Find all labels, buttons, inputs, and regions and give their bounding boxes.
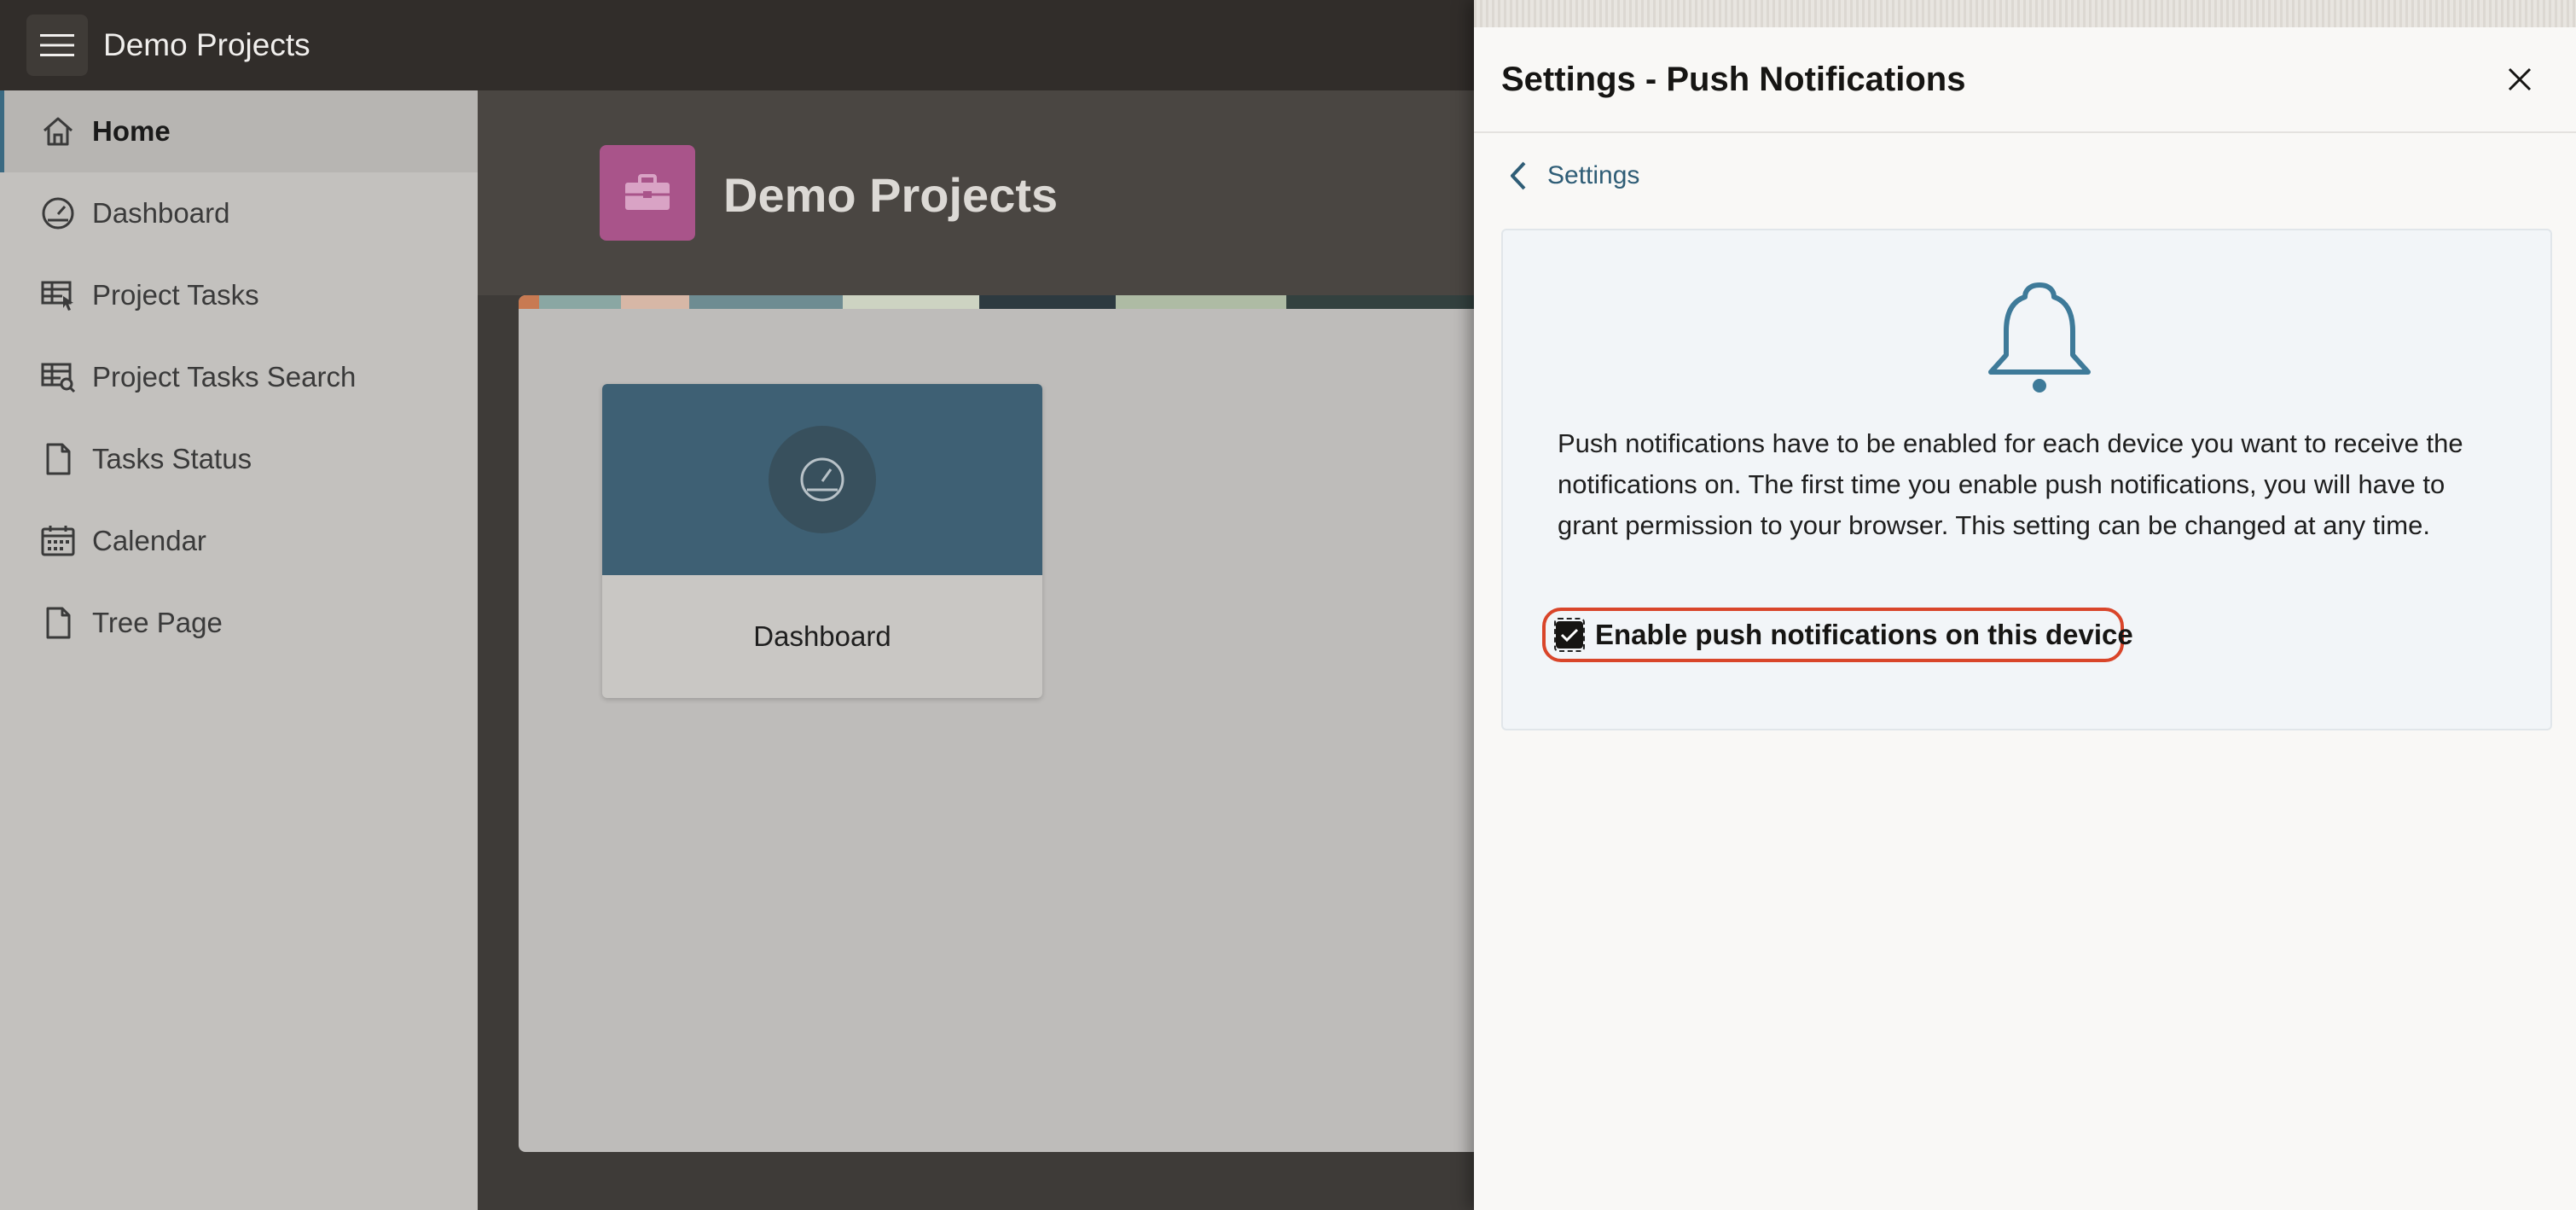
settings-drawer: Settings - Push Notifications Settings P… [1474, 0, 2576, 1210]
card-icon-circle [769, 426, 876, 533]
drawer-title: Settings - Push Notifications [1501, 60, 1966, 98]
briefcase-icon [625, 174, 670, 210]
drawer-decoration [1474, 0, 2576, 27]
file-icon [39, 604, 77, 642]
enable-push-label[interactable]: Enable push notifications on this device [1595, 619, 2133, 651]
file-icon [39, 440, 77, 478]
sidebar-item-label: Dashboard [92, 197, 230, 229]
checkbox-check-fill [1556, 621, 1583, 649]
sidebar-item-label: Project Tasks [92, 279, 259, 311]
gauge-icon [39, 195, 77, 232]
gauge-icon [800, 457, 844, 502]
app-title[interactable]: Demo Projects [103, 27, 310, 63]
sidebar-item-dashboard[interactable]: Dashboard [0, 172, 478, 254]
sidebar-item-calendar[interactable]: Calendar [0, 500, 478, 582]
calendar-icon [39, 522, 77, 560]
decorative-banner [519, 295, 1474, 309]
close-icon [2508, 67, 2532, 91]
bell-icon [1988, 282, 2091, 393]
sidebar-item-project-tasks-search[interactable]: Project Tasks Search [0, 336, 478, 418]
dashboard-card[interactable]: Dashboard [602, 384, 1042, 698]
card-label: Dashboard [753, 620, 891, 652]
sidebar-item-label: Tree Page [92, 607, 223, 638]
home-icon [39, 113, 77, 150]
page-title: Demo Projects [723, 168, 1059, 222]
main-content: Demo Projects Dashboard [478, 90, 1474, 1210]
enable-push-checkbox[interactable] [1554, 618, 1585, 652]
push-notification-panel: Push notifications have to be enabled fo… [1501, 229, 2552, 730]
table-cursor-icon [39, 276, 77, 314]
description-text: Push notifications have to be enabled fo… [1558, 428, 2463, 540]
app-badge [600, 145, 695, 241]
card-header [602, 384, 1042, 575]
enable-push-option[interactable]: Enable push notifications on this device [1542, 608, 2133, 662]
sidebar-item-label: Calendar [92, 525, 206, 556]
close-button[interactable] [2494, 54, 2545, 105]
sidebar-item-tree-page[interactable]: Tree Page [0, 582, 478, 664]
table-search-icon [39, 358, 77, 396]
sidebar-nav: Home Dashboard Project Tasks Project Tas… [0, 90, 478, 1210]
top-bar: Demo Projects [0, 0, 1474, 90]
sidebar-item-project-tasks[interactable]: Project Tasks [0, 254, 478, 336]
sidebar-item-label: Home [92, 115, 171, 147]
menu-toggle-button[interactable] [26, 15, 88, 76]
drawer-header: Settings - Push Notifications [1474, 27, 2576, 133]
hero-region: Demo Projects [478, 90, 1474, 295]
cards-region: Dashboard [519, 295, 1474, 1152]
sidebar-item-label: Tasks Status [92, 443, 252, 474]
sidebar-item-label: Project Tasks Search [92, 361, 357, 393]
sidebar-item-home[interactable]: Home [0, 90, 478, 172]
hamburger-icon [40, 34, 74, 56]
back-link-label: Settings [1547, 161, 1640, 189]
sidebar-item-tasks-status[interactable]: Tasks Status [0, 418, 478, 500]
back-to-settings-link[interactable]: Settings [1501, 157, 1639, 195]
chevron-left-icon [1501, 157, 1535, 195]
checkmark-icon [1560, 628, 1579, 643]
